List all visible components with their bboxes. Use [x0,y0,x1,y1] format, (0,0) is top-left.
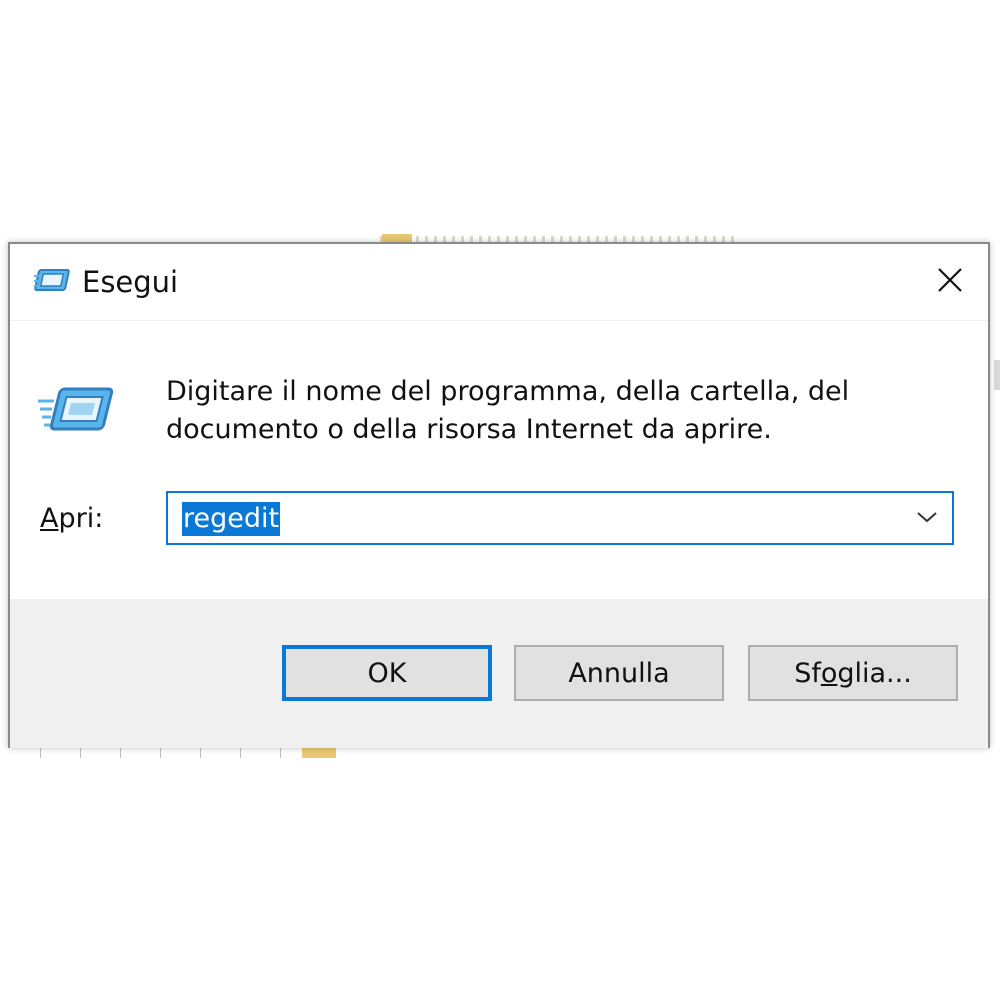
ok-button[interactable]: OK [282,645,492,701]
chevron-down-icon [916,509,938,528]
open-label-accelerator: A [40,503,59,534]
browse-button[interactable]: Sf o glia... [748,645,958,701]
close-icon [936,266,964,298]
dialog-body: Digitare il nome del programma, della ca… [10,321,988,599]
open-input-value[interactable]: regedit [182,502,281,536]
title-bar[interactable]: Esegui [10,244,988,320]
background-folder-icon-2 [302,748,336,758]
run-dialog: Esegui Digitare il nome del programma, d… [8,242,990,748]
background-folder-icon [382,234,412,242]
open-label: Apri: [40,499,103,539]
browse-label-accelerator: o [820,657,838,689]
browse-label-post: glia... [837,657,912,689]
run-icon [34,266,74,298]
dropdown-button[interactable] [908,499,946,537]
background-tree-lines [40,748,300,758]
close-button[interactable] [926,258,974,306]
dialog-description: Digitare il nome del programma, della ca… [166,376,850,445]
run-large-icon [38,383,122,443]
open-combobox[interactable]: regedit [166,491,954,545]
cancel-button[interactable]: Annulla [514,645,724,701]
background-edge-fragment [994,360,1000,390]
button-bar: OK Annulla Sf o glia... [10,599,988,748]
dialog-title: Esegui [82,265,179,299]
desktop-background: Esegui Digitare il nome del programma, d… [0,0,1000,1000]
browse-label-pre: Sf [794,657,821,689]
open-label-text: pri: [58,503,104,534]
